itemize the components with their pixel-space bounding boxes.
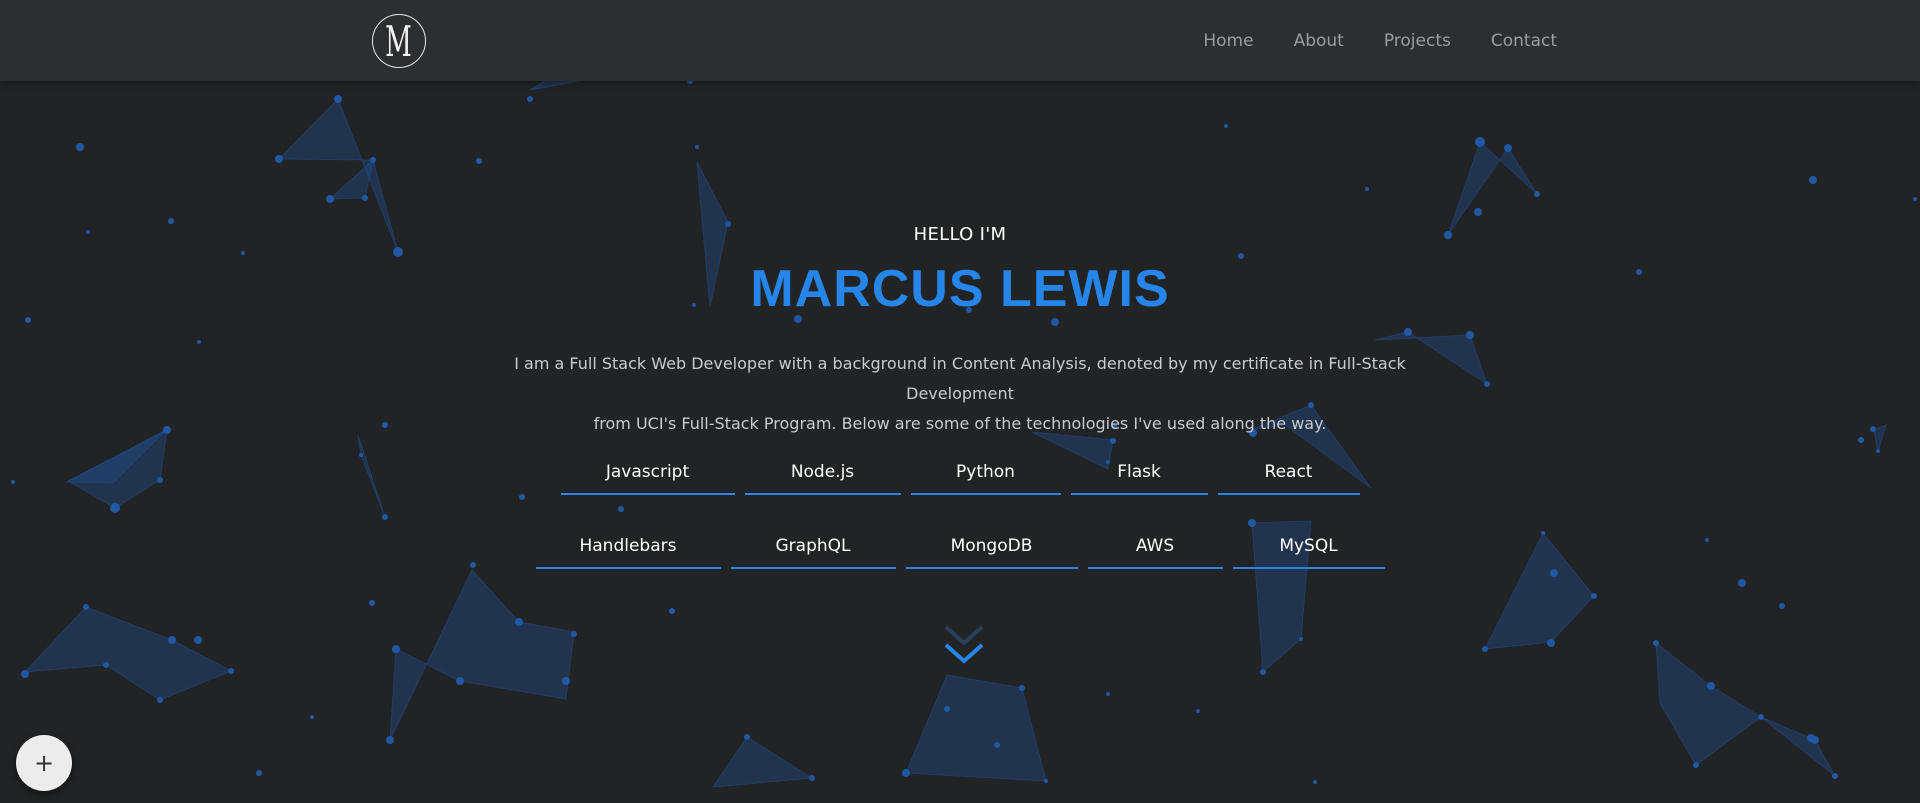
tech-pill-aws[interactable]: AWS [1087,525,1223,569]
logo-letter: M [385,17,413,66]
tech-pill-mysql[interactable]: MySQL [1232,525,1385,569]
tech-pill-nodejs[interactable]: Node.js [744,451,901,495]
tech-pill-graphql[interactable]: GraphQL [730,525,896,569]
nav-link-about[interactable]: About [1294,31,1344,51]
tech-pill-react[interactable]: React [1217,451,1360,495]
nav-link-home[interactable]: Home [1203,31,1253,51]
tech-pill-javascript[interactable]: Javascript [560,451,735,495]
hero-bio-line-1: I am a Full Stack Web Developer with a b… [514,354,1406,403]
tech-pill-python[interactable]: Python [910,451,1061,495]
hero-section: HELLO I'M MARCUS LEWIS I am a Full Stack… [0,81,1920,803]
tech-row-1: Javascript Node.js Python Flask React [0,451,1920,495]
hero-greeting: HELLO I'M [913,224,1007,245]
floating-action-button[interactable]: + [16,735,72,791]
hero-name: MARCUS LEWIS [750,260,1170,318]
nav-links: Home About Projects Contact [1203,0,1557,81]
nav-link-projects[interactable]: Projects [1384,31,1451,51]
hero-bio-line-2: from UCI's Full-Stack Program. Below are… [593,414,1327,433]
tech-pill-flask[interactable]: Flask [1070,451,1208,495]
tech-pill-handlebars[interactable]: Handlebars [535,525,721,569]
double-chevron-down-icon[interactable] [938,621,990,677]
tech-row-2: Handlebars GraphQL MongoDB AWS MySQL [0,525,1920,569]
plus-icon: + [33,749,55,777]
hero-bio: I am a Full Stack Web Developer with a b… [460,349,1460,439]
tech-pill-mongodb[interactable]: MongoDB [905,525,1078,569]
navbar: M Home About Projects Contact [0,0,1920,81]
logo[interactable]: M [372,14,426,68]
nav-link-contact[interactable]: Contact [1491,31,1557,51]
